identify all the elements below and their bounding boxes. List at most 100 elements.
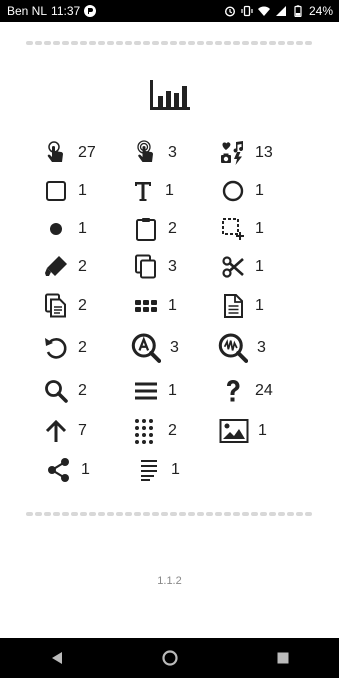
divider-dash [53,512,60,516]
divider-dash [125,41,132,45]
image-icon [219,419,249,443]
divider-dash [188,41,195,45]
list-item[interactable]: 24 [220,378,273,404]
divider-dash [98,41,105,45]
document-icon [224,294,243,318]
arrow-up-icon [45,419,67,442]
battery-icon [294,5,302,17]
alarm-icon [224,6,235,17]
list-item[interactable]: 1 [133,293,177,319]
list-item[interactable]: 1 [130,178,174,204]
copy-icon [135,254,156,279]
divider-dash [197,512,204,516]
eraser-icon [45,256,67,276]
list-item[interactable]: 3 [129,333,179,363]
list-item[interactable]: 3 [216,333,266,363]
list-item[interactable]: 2 [43,254,87,280]
clipboard-icon [136,218,156,241]
divider-dash [71,41,78,45]
list-item[interactable]: 1 [220,178,264,204]
divider-dash [35,512,42,516]
select-add-icon [222,218,244,240]
double-tap-icon [137,140,153,162]
list-item[interactable]: 1 [220,254,264,280]
text-icon [135,182,151,201]
divider-dash [242,41,249,45]
battery-percent: 24% [308,4,333,18]
divider-dash [206,512,213,516]
list-item[interactable]: 1 [220,216,264,242]
divider-dash [296,512,303,516]
list-item[interactable]: 13 [220,140,273,166]
divider-dash [89,41,96,45]
divider-dash [143,512,150,516]
media-icon [221,141,244,165]
list-item[interactable]: 2 [133,418,177,444]
divider-dash [215,512,222,516]
divider-dash [287,41,294,45]
status-bar: Ben NL 11:37 24% [0,0,339,22]
divider-dash [179,41,186,45]
divider-dash [224,512,231,516]
divider-dash [296,41,303,45]
divider-dash [152,41,159,45]
list-item[interactable]: 1 [46,457,90,483]
app-notification-icon [84,5,97,17]
list-item[interactable]: 3 [133,140,177,166]
list-item[interactable]: 1 [220,293,264,319]
divider-dash [62,512,69,516]
signal-icon [275,6,286,16]
divider-dash [98,512,105,516]
divider-dash [116,41,123,45]
divider-dash [278,512,285,516]
text-search-icon [131,333,161,363]
divider-dash [260,512,267,516]
divider-dash [44,41,51,45]
divider-dash [107,41,114,45]
list-item[interactable]: 2 [43,378,87,404]
divider-dash [305,512,312,516]
divider-dash [134,512,141,516]
image-search-icon [218,333,248,363]
list-item[interactable]: 7 [43,418,87,444]
divider-dash [278,41,285,45]
list-item[interactable]: 2 [133,216,177,242]
divider-dash [170,41,177,45]
divider-dash [161,512,168,516]
divider-dash [215,41,222,45]
search-icon [45,380,68,403]
recents-icon[interactable] [275,650,291,666]
undo-icon [45,338,67,359]
list-item[interactable]: 1 [43,178,87,204]
divider-dash [233,41,240,45]
divider-dash [287,512,294,516]
home-icon[interactable] [161,650,178,666]
divider-dash [116,512,123,516]
list-item[interactable]: 2 [43,293,87,319]
paste-icon [45,293,66,318]
divider-dash [269,512,276,516]
divider-dash [53,41,60,45]
list-item[interactable]: 1 [136,457,180,483]
back-icon[interactable] [49,650,65,666]
divider-dash [143,41,150,45]
divider-dash [134,41,141,45]
text-lines-icon [141,460,157,481]
divider-dash [62,41,69,45]
help-icon [227,380,240,402]
top-divider [26,41,312,46]
list-item[interactable]: 1 [219,418,267,444]
list-item[interactable]: 2 [43,335,87,361]
circle-icon [222,180,244,202]
divider-dash [251,41,258,45]
divider-dash [26,41,33,45]
list-item[interactable]: 27 [43,140,96,166]
dial-pad-icon [135,419,153,444]
divider-dash [179,512,186,516]
divider-dash [80,41,87,45]
list-item[interactable]: 3 [133,254,177,280]
list-item[interactable]: 1 [43,216,87,242]
divider-dash [188,512,195,516]
list-item[interactable]: 1 [133,378,177,404]
bar-chart-icon[interactable] [149,79,191,111]
